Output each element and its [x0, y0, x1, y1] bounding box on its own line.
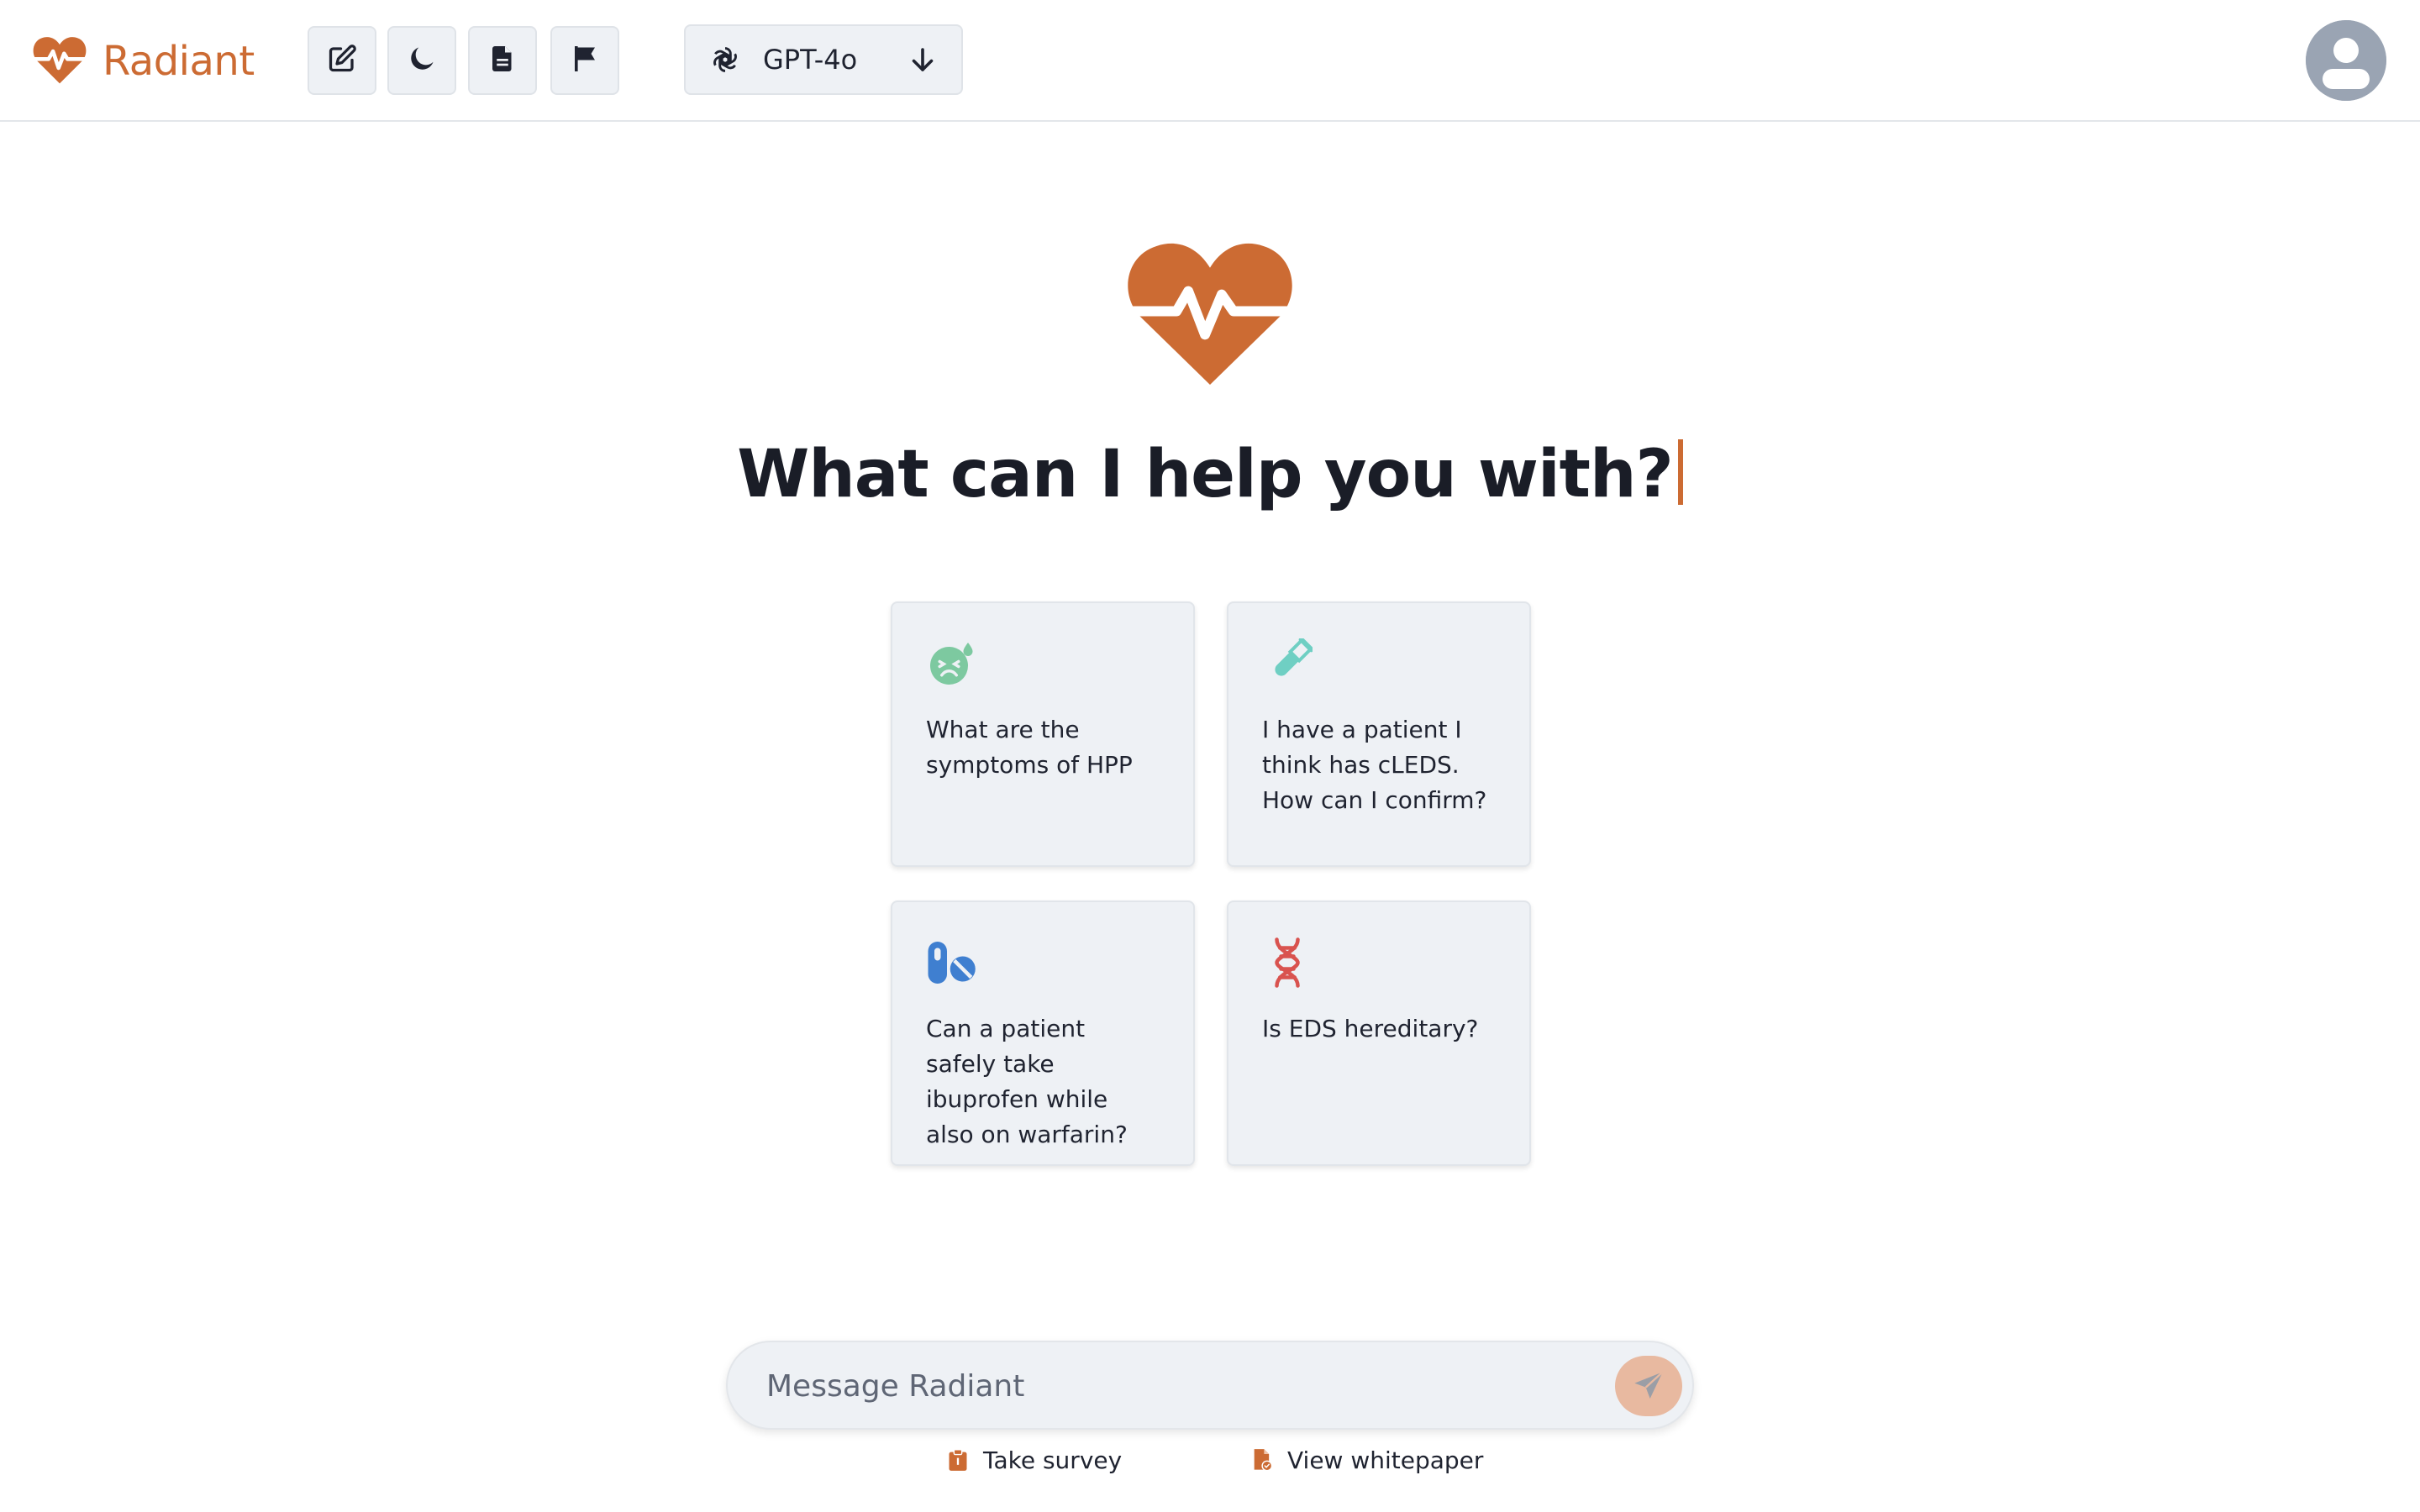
dark-mode-toggle-button[interactable] — [387, 26, 456, 95]
pills-icon — [926, 937, 976, 988]
arrow-down-icon — [908, 45, 938, 75]
openai-icon — [709, 44, 741, 76]
page-title: What can I help you with? — [0, 437, 2420, 512]
flag-icon — [570, 44, 600, 77]
documents-button[interactable] — [468, 26, 537, 95]
suggestion-text: Is EDS hereditary? — [1262, 1015, 1479, 1042]
suggestion-text: I have a patient I think has cLEDS. How … — [1262, 716, 1487, 814]
take-survey-label: Take survey — [983, 1446, 1123, 1474]
message-input[interactable] — [765, 1357, 1555, 1415]
suggestion-text: What are the symptoms of HPP — [926, 716, 1133, 779]
suggestion-card[interactable]: Is EDS hereditary? — [1227, 900, 1531, 1166]
suggestion-card[interactable]: Can a patient safely take ibuprofen whil… — [891, 900, 1195, 1166]
heartbeat-heart-icon — [1126, 239, 1294, 386]
heartbeat-heart-icon — [29, 34, 90, 88]
new-chat-button[interactable] — [308, 26, 376, 95]
message-composer — [726, 1341, 1694, 1430]
user-avatar-button[interactable] — [2306, 20, 2386, 101]
brand-name: Radiant — [103, 38, 255, 85]
file-check-icon — [1250, 1448, 1287, 1472]
moon-icon — [407, 44, 437, 77]
clipboard-icon — [946, 1448, 983, 1472]
document-icon — [487, 44, 518, 77]
edit-icon — [327, 44, 357, 77]
view-whitepaper-label: View whitepaper — [1287, 1446, 1484, 1474]
dna-icon — [1262, 937, 1313, 988]
view-whitepaper-link[interactable]: View whitepaper — [1250, 1443, 1483, 1477]
page-title-text: What can I help you with? — [737, 437, 1674, 512]
take-survey-link[interactable]: Take survey — [946, 1443, 1122, 1477]
user-avatar-icon — [2306, 20, 2386, 101]
hero-logo — [1126, 239, 1294, 386]
typing-cursor — [1677, 439, 1683, 505]
suggestion-card[interactable]: I have a patient I think has cLEDS. How … — [1227, 601, 1531, 867]
selected-model-label: GPT-4o — [763, 44, 858, 76]
suggestion-card[interactable]: What are the symptoms of HPP — [891, 601, 1195, 867]
model-select[interactable]: GPT-4o — [684, 24, 963, 95]
top-bar: Radiant GPT-4o — [0, 0, 2420, 122]
send-button[interactable] — [1615, 1356, 1682, 1416]
suggestion-text: Can a patient safely take ibuprofen whil… — [926, 1015, 1128, 1148]
report-flag-button[interactable] — [550, 26, 619, 95]
brand-logo-link[interactable]: Radiant — [29, 34, 255, 89]
send-icon — [1632, 1369, 1665, 1403]
test-tube-icon — [1262, 638, 1313, 689]
sick-face-icon — [926, 638, 976, 689]
